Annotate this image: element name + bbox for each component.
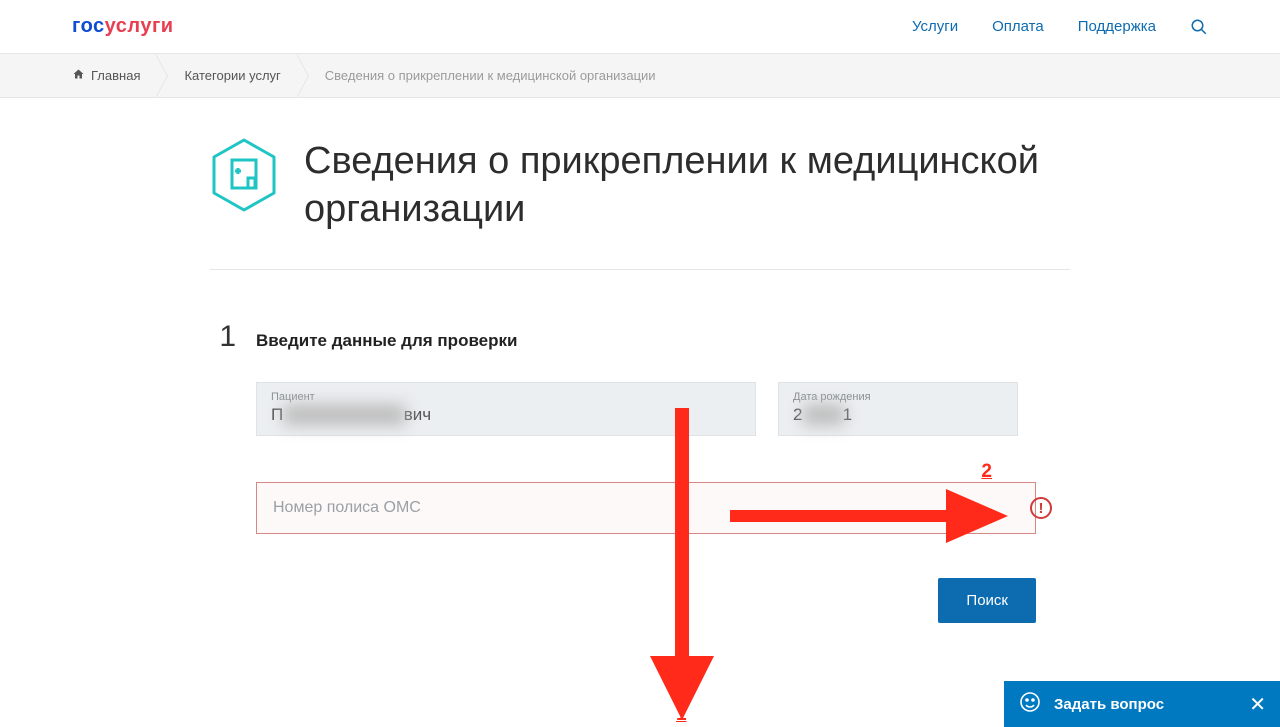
dob-field: Дата рождения 2████1 bbox=[778, 382, 1018, 436]
breadcrumb-categories-label: Категории услуг bbox=[184, 68, 280, 83]
divider bbox=[210, 269, 1070, 270]
step-header: 1 Введите данные для проверки bbox=[210, 320, 1070, 354]
page-header: Сведения о прикреплении к медицинской ор… bbox=[210, 138, 1070, 233]
main-content: Сведения о прикреплении к медицинской ор… bbox=[190, 98, 1090, 703]
nav-payment[interactable]: Оплата bbox=[992, 18, 1044, 35]
dob-masked: ████ bbox=[802, 405, 842, 425]
nav-services[interactable]: Услуги bbox=[912, 18, 958, 35]
nav-support[interactable]: Поддержка bbox=[1078, 18, 1156, 35]
logo-text-right: услуги bbox=[105, 15, 174, 37]
dob-value: 2████1 bbox=[793, 405, 1003, 425]
logo[interactable]: госуслуги bbox=[72, 15, 174, 38]
annotation-number-2: 2 bbox=[981, 461, 992, 483]
patient-prefix: П bbox=[271, 405, 283, 424]
search-button[interactable]: Поиск bbox=[938, 578, 1036, 623]
breadcrumb-separator bbox=[297, 54, 309, 98]
form-area: 1 Пациент П████████████вич Дата рождения… bbox=[210, 382, 1070, 623]
patient-suffix: вич bbox=[404, 405, 431, 424]
primary-nav: Услуги Оплата Поддержка bbox=[912, 18, 1208, 36]
dob-label: Дата рождения bbox=[793, 391, 1003, 403]
breadcrumb-home-label: Главная bbox=[91, 68, 140, 83]
readonly-fields-row: Пациент П████████████вич Дата рождения 2… bbox=[256, 382, 1070, 436]
annotation-number-1: 1 bbox=[676, 704, 687, 726]
page-title: Сведения о прикреплении к медицинской ор… bbox=[304, 138, 1070, 233]
oms-policy-input[interactable] bbox=[256, 482, 1036, 534]
oms-row: ! bbox=[256, 482, 1070, 534]
chat-close-icon[interactable]: ✕ bbox=[1249, 692, 1266, 717]
step-title: Введите данные для проверки bbox=[256, 331, 517, 351]
logo-text-left: гос bbox=[72, 15, 105, 37]
chat-bubble-icon bbox=[1018, 690, 1042, 718]
breadcrumb-categories[interactable]: Категории услуг bbox=[168, 54, 296, 98]
dob-prefix: 2 bbox=[793, 405, 802, 424]
dob-suffix: 1 bbox=[843, 405, 852, 424]
breadcrumb-separator bbox=[156, 54, 168, 98]
step-number: 1 bbox=[210, 320, 236, 354]
breadcrumb: Главная Категории услуг Сведения о прикр… bbox=[0, 54, 1280, 98]
breadcrumb-current: Сведения о прикреплении к медицинской ор… bbox=[309, 54, 672, 98]
search-icon[interactable] bbox=[1190, 18, 1208, 36]
annotation-arrow-1 bbox=[642, 408, 722, 720]
service-hex-icon bbox=[210, 138, 278, 212]
patient-value: П████████████вич bbox=[271, 405, 741, 425]
submit-row: Поиск bbox=[256, 578, 1036, 623]
patient-field: Пациент П████████████вич bbox=[256, 382, 756, 436]
patient-label: Пациент bbox=[271, 391, 741, 403]
error-icon: ! bbox=[1030, 497, 1052, 519]
patient-masked: ████████████ bbox=[283, 405, 404, 425]
breadcrumb-home[interactable]: Главная bbox=[72, 54, 156, 98]
breadcrumb-current-label: Сведения о прикреплении к медицинской ор… bbox=[325, 68, 656, 83]
chat-widget[interactable]: Задать вопрос ✕ bbox=[1004, 681, 1280, 727]
top-navigation: госуслуги Услуги Оплата Поддержка bbox=[0, 0, 1280, 54]
chat-label: Задать вопрос bbox=[1054, 696, 1164, 713]
home-icon bbox=[72, 68, 85, 83]
